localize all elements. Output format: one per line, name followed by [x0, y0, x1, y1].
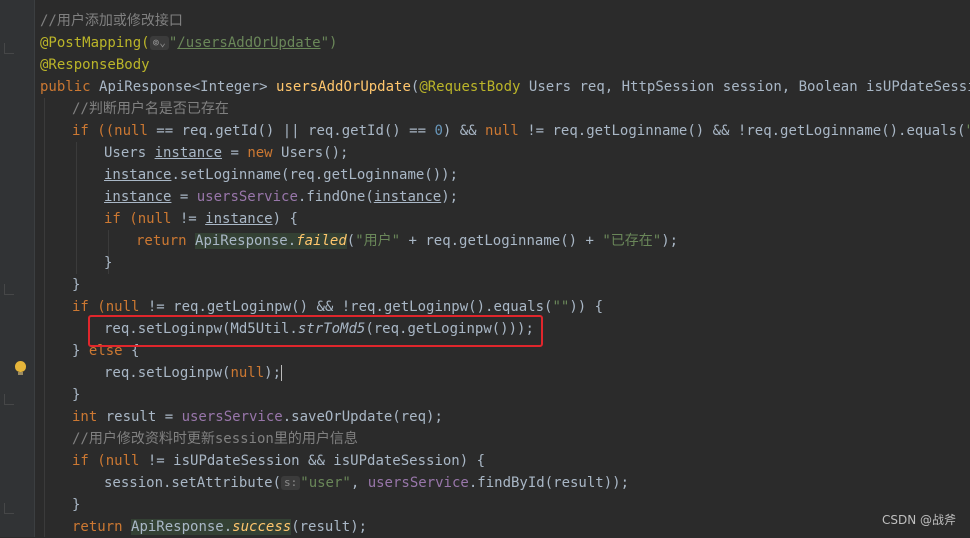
code-line-return: return ApiResponse.failed("用户" + req.get… — [136, 233, 679, 249]
code-line-comment: //用户添加或修改接口 — [40, 13, 183, 29]
param-hint: s: — [281, 476, 301, 490]
code-line-brace: } — [72, 387, 81, 403]
fold-marker[interactable] — [4, 43, 14, 54]
code-line-comment: //用户修改资料时更新session里的用户信息 — [72, 431, 358, 447]
code-line-brace: } — [72, 277, 81, 293]
code-line-brace: } — [104, 255, 113, 271]
code-editor[interactable]: //用户添加或修改接口 @PostMapping(⊚⌄ "/usersAddOrU… — [40, 0, 970, 537]
indent-guide — [44, 98, 45, 537]
code-line-current: req.setLoginpw(null); — [104, 365, 283, 381]
highlight-box — [88, 315, 543, 347]
endpoint-link[interactable]: /usersAddOrUpdate — [177, 35, 320, 51]
code-line-if: if (null != instance) { — [104, 211, 298, 227]
code-line-postmapping: @PostMapping(⊚⌄ "/usersAddOrUpdate") — [40, 35, 338, 51]
fold-marker[interactable] — [4, 503, 14, 514]
code-line-return: return ApiResponse.success(result); — [72, 519, 368, 535]
indent-guide — [76, 142, 77, 274]
code-line-method-signature: public ApiResponse<Integer> usersAddOrUp… — [40, 79, 970, 95]
code-line-responsebody: @ResponseBody — [40, 57, 150, 73]
code-line: instance.setLoginname(req.getLoginname()… — [104, 167, 459, 183]
fold-marker[interactable] — [4, 284, 14, 295]
code-line-if: if (null != isUPdateSession && isUPdateS… — [72, 453, 486, 469]
code-line: Users instance = new Users(); — [104, 145, 349, 161]
code-line-if: if ((null == req.getId() || req.getId() … — [72, 123, 970, 139]
code-line: session.setAttribute(s: "user", usersServ… — [104, 475, 630, 491]
lightbulb-icon[interactable] — [15, 361, 26, 375]
code-line-comment: //判断用户名是否已存在 — [72, 101, 229, 117]
code-line-brace: } — [72, 497, 81, 513]
editor-gutter — [0, 0, 35, 537]
text-caret — [281, 365, 283, 381]
watermark: CSDN @战斧 — [881, 513, 956, 527]
code-line: instance = usersService.findOne(instance… — [104, 189, 459, 205]
code-line: int result = usersService.saveOrUpdate(r… — [72, 409, 443, 425]
fold-marker[interactable] — [4, 394, 14, 405]
web-endpoint-icon[interactable]: ⊚⌄ — [149, 36, 169, 50]
